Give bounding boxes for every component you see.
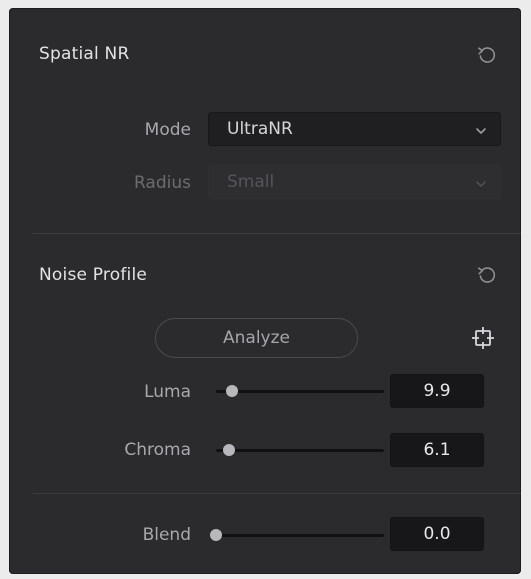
luma-slider-track[interactable] [216, 390, 384, 393]
luma-value-field[interactable]: 9.9 [390, 374, 484, 408]
chroma-slider-thumb[interactable] [222, 444, 235, 456]
radius-label: Radius [133, 173, 191, 193]
blend-label: Blend [142, 525, 191, 545]
radius-value: Small [227, 172, 275, 192]
luma-label: Luma [144, 382, 191, 402]
crosshair-icon[interactable] [472, 327, 494, 349]
mode-dropdown[interactable]: UltraNR [208, 112, 501, 146]
analyze-button[interactable]: Analyze [155, 318, 358, 358]
blend-value-field[interactable]: 0.0 [390, 517, 484, 551]
chevron-down-icon [474, 123, 488, 137]
noise-profile-title: Noise Profile [39, 265, 148, 285]
chevron-down-icon [474, 176, 488, 190]
section-divider [33, 233, 521, 234]
mode-label: Mode [144, 120, 191, 140]
chroma-slider-track[interactable] [216, 449, 384, 452]
blend-slider-track[interactable] [212, 534, 384, 537]
noise-profile-reset-icon[interactable] [476, 264, 498, 286]
spatial-nr-reset-icon[interactable] [476, 44, 498, 66]
mode-value: UltraNR [227, 119, 293, 139]
radius-dropdown[interactable]: Small [208, 165, 501, 199]
spatial-nr-panel: Spatial NR Mode UltraNR Radius Small Noi… [9, 8, 521, 574]
luma-slider-thumb[interactable] [226, 385, 238, 397]
chroma-value-field[interactable]: 6.1 [390, 433, 484, 467]
chroma-label: Chroma [124, 440, 191, 460]
spatial-nr-title: Spatial NR [39, 44, 130, 64]
blend-slider-thumb[interactable] [210, 529, 222, 541]
section-divider [33, 493, 521, 494]
